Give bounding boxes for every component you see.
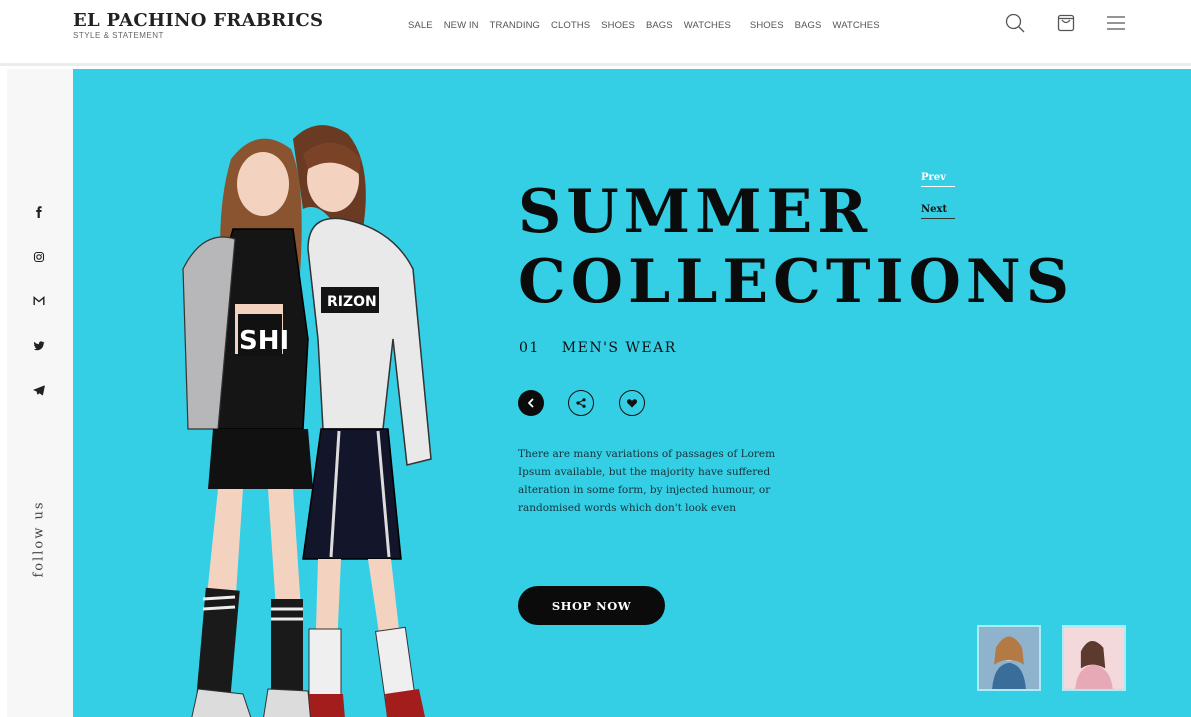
model-right-figure: RIZON <box>293 125 432 717</box>
hero-banner: RIZON SHI Prev Next SUMMER COLLECTIONS 0… <box>73 69 1191 717</box>
chevron-left-icon <box>528 398 534 408</box>
hero-title: SUMMER COLLECTIONS <box>518 177 1074 317</box>
nav-link-shoes-2[interactable]: SHOES <box>750 20 784 32</box>
main-nav: SALE NEW IN TRANDING CLOTHS SHOES BAGS W… <box>408 20 891 32</box>
share-button[interactable] <box>568 390 594 416</box>
telegram-icon[interactable] <box>32 383 46 397</box>
twitter-icon[interactable] <box>32 339 46 353</box>
hero-title-line-2: COLLECTIONS <box>518 247 1075 317</box>
menu-icon[interactable] <box>1105 12 1127 34</box>
favorite-button[interactable] <box>619 390 645 416</box>
nav-link-tranding[interactable]: TRANDING <box>490 20 540 32</box>
nav-link-watches-2[interactable]: WATCHES <box>832 20 879 32</box>
site-header: EL PACHINO FRABRICS STYLE & STATEMENT SA… <box>0 0 1191 66</box>
nav-link-new-in[interactable]: NEW IN <box>444 20 479 32</box>
nav-link-watches[interactable]: WATCHES <box>684 20 731 32</box>
instagram-icon[interactable] <box>32 250 46 264</box>
nav-link-bags[interactable]: BAGS <box>646 20 673 32</box>
hero-title-line-1: SUMMER <box>518 177 873 247</box>
thumbnail-girl-pink[interactable] <box>1062 625 1126 691</box>
facebook-icon[interactable] <box>32 205 46 219</box>
nav-link-bags-2[interactable]: BAGS <box>795 20 822 32</box>
back-button[interactable] <box>518 390 544 416</box>
hero-subtitle: 01 MEN'S WEAR <box>519 340 677 356</box>
hero-description: There are many variations of passages of… <box>518 448 776 514</box>
gmail-icon[interactable] <box>32 294 46 308</box>
heart-icon <box>626 399 638 408</box>
slide-category: MEN'S WEAR <box>561 340 677 356</box>
share-icon <box>576 398 586 408</box>
shop-now-button[interactable]: SHOP NOW <box>518 586 665 625</box>
brand-name: EL PACHINO FRABRICS <box>73 10 324 31</box>
slide-number: 01 <box>519 340 540 356</box>
nav-link-cloths[interactable]: CLOTHS <box>551 20 590 32</box>
brand-tagline: STYLE & STATEMENT <box>73 31 164 40</box>
svg-text:RIZON: RIZON <box>327 294 377 310</box>
follow-us-label: follow us <box>31 500 47 578</box>
model-left-figure: SHI <box>182 138 313 717</box>
social-sidebar: follow us <box>7 69 73 717</box>
hero-illustration: RIZON SHI <box>143 109 483 717</box>
search-icon[interactable] <box>1004 12 1026 34</box>
shopping-bag-icon[interactable] <box>1055 12 1077 34</box>
nav-link-shoes[interactable]: SHOES <box>601 20 635 32</box>
logo[interactable]: EL PACHINO FRABRICS STYLE & STATEMENT <box>73 10 323 40</box>
nav-link-sale[interactable]: SALE <box>408 20 433 32</box>
thumbnail-girl-blue-jacket[interactable] <box>977 625 1041 691</box>
svg-text:SHI: SHI <box>239 326 289 356</box>
